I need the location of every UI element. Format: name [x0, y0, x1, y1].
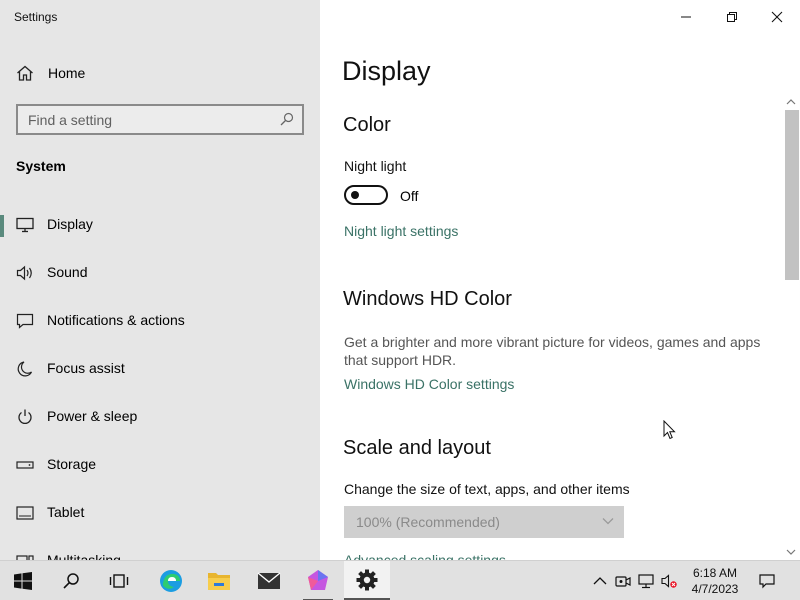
sidebar-item-label: Notifications & actions [47, 312, 185, 328]
action-center-icon[interactable] [759, 573, 775, 589]
file-explorer-button[interactable] [196, 561, 242, 600]
sidebar-item-label: Tablet [47, 504, 85, 520]
sidebar-item-label: Sound [47, 264, 88, 280]
chevron-down-icon [602, 518, 614, 525]
search-icon [280, 112, 294, 126]
advanced-scaling-link[interactable]: Advanced scaling settings [344, 552, 506, 560]
sidebar-item-storage[interactable]: Storage [0, 445, 320, 485]
speaker-icon [16, 265, 32, 281]
mail-icon [257, 572, 281, 589]
sidebar-item-label: Multitasking [47, 552, 121, 560]
settings-window: Settings Home System Display [0, 0, 800, 560]
meet-icon[interactable] [615, 573, 631, 589]
sidebar-item-label: Storage [47, 456, 97, 472]
task-view-button[interactable] [96, 561, 142, 600]
minimize-button[interactable] [663, 4, 709, 30]
volume-muted-icon[interactable] [661, 573, 677, 589]
moon-icon [17, 361, 33, 377]
sidebar-item-tablet[interactable]: Tablet [0, 493, 320, 533]
restore-icon [727, 12, 737, 22]
chevron-up-icon[interactable] [592, 573, 608, 589]
home-label: Home [48, 65, 86, 81]
scroll-up-icon[interactable] [785, 96, 797, 108]
close-icon [771, 11, 783, 23]
sidebar-item-sound[interactable]: Sound [0, 253, 320, 293]
sidebar-item-multitasking[interactable]: Multitasking [0, 541, 320, 560]
close-button[interactable] [754, 4, 800, 30]
window-title: Settings [14, 10, 58, 24]
sidebar-item-notifications[interactable]: Notifications & actions [0, 301, 320, 341]
night-light-toggle[interactable] [344, 185, 388, 205]
sidebar-item-label: Display [47, 216, 93, 232]
network-icon[interactable] [638, 573, 654, 589]
search-box[interactable] [16, 104, 304, 135]
restore-button[interactable] [709, 4, 755, 30]
file-explorer-icon [208, 573, 230, 590]
scale-dropdown-value: 100% (Recommended) [356, 514, 500, 530]
search-icon [63, 573, 79, 589]
color-heading: Color [343, 114, 391, 136]
sidebar: Settings Home System Display [0, 0, 320, 560]
scale-dropdown[interactable]: 100% (Recommended) [344, 506, 624, 538]
start-button[interactable] [0, 561, 46, 600]
mouse-cursor-icon [663, 420, 676, 440]
app-icon [308, 570, 328, 590]
tablet-icon [16, 506, 34, 520]
night-light-label: Night light [344, 158, 407, 174]
home-icon [17, 65, 33, 81]
app-button[interactable] [295, 561, 341, 600]
page-title: Display [342, 56, 431, 86]
hd-color-settings-link[interactable]: Windows HD Color settings [344, 376, 514, 392]
storage-icon [16, 461, 34, 469]
toggle-knob [351, 191, 359, 199]
clock-time: 6:18 AM [692, 566, 738, 580]
night-light-state: Off [400, 188, 419, 204]
settings-taskbar-button[interactable] [344, 561, 390, 600]
night-light-settings-link[interactable]: Night light settings [344, 223, 458, 239]
sidebar-item-power-sleep[interactable]: Power & sleep [0, 397, 320, 437]
power-icon [18, 409, 32, 424]
clock-date: 4/7/2023 [691, 582, 739, 596]
scrollbar[interactable] [782, 96, 800, 560]
notification-icon [16, 313, 34, 329]
taskbar-search-button[interactable] [48, 561, 94, 600]
scale-layout-heading: Scale and layout [343, 437, 491, 459]
sidebar-item-display[interactable]: Display [0, 205, 320, 245]
search-input[interactable] [18, 106, 268, 133]
hd-color-description: Get a brighter and more vibrant picture … [344, 334, 761, 368]
task-view-icon [109, 574, 129, 588]
hd-color-heading: Windows HD Color [343, 288, 512, 310]
minimize-icon [681, 16, 691, 18]
monitor-icon [16, 217, 34, 233]
multitasking-icon [16, 555, 34, 560]
taskbar: 6:18 AM 4/7/2023 [0, 560, 800, 600]
scrollbar-thumb[interactable] [785, 110, 799, 280]
edge-button[interactable] [148, 561, 194, 600]
settings-icon [356, 569, 378, 590]
main-content: Display Color Night light Off Night ligh… [320, 0, 800, 560]
home-button[interactable]: Home [0, 58, 320, 88]
active-indicator [0, 215, 4, 237]
sidebar-item-label: Power & sleep [47, 408, 138, 424]
size-label: Change the size of text, apps, and other… [344, 481, 630, 497]
start-icon [14, 572, 32, 590]
mail-button[interactable] [246, 561, 292, 600]
section-title: System [16, 158, 66, 174]
edge-icon [160, 570, 182, 592]
clock[interactable]: 6:18 AM 4/7/2023 [684, 565, 746, 597]
scroll-down-icon[interactable] [785, 546, 797, 558]
sidebar-item-focus-assist[interactable]: Focus assist [0, 349, 320, 389]
sidebar-item-label: Focus assist [47, 360, 125, 376]
